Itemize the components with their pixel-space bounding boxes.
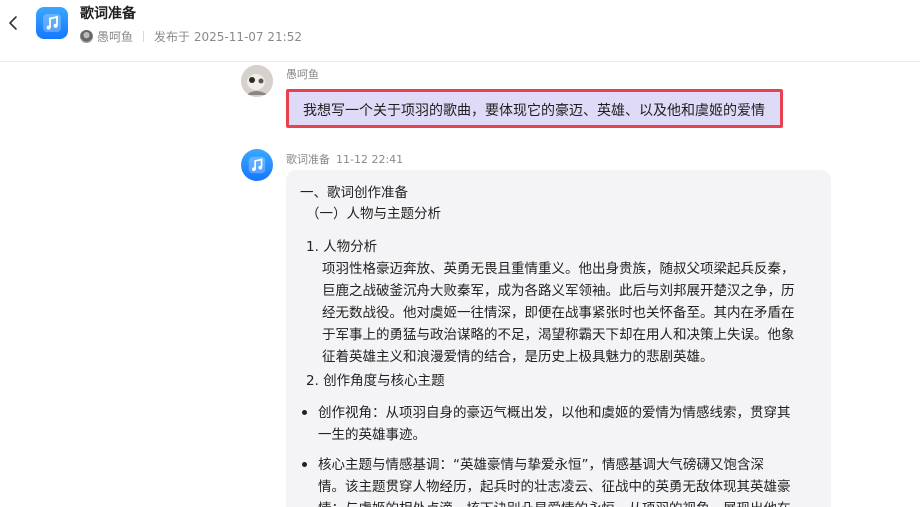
back-button[interactable] (4, 12, 24, 34)
bullet-icon (302, 462, 307, 467)
user-avatar[interactable] (241, 65, 273, 97)
user-name: 愚呵鱼 (286, 68, 319, 81)
music-note-icon (248, 156, 266, 174)
avatar-image (241, 65, 273, 97)
message-time: 11-12 22:41 (336, 153, 404, 166)
paragraph-line: 于军事上的勇猛与政治谋略的不足，渴望称霸天下却在用人和决策上失误。他象 (322, 327, 795, 343)
subsection-heading: （一）人物与主题分析 (306, 206, 441, 222)
author-avatar (80, 30, 93, 43)
section-heading: 一、歌词创作准备 (300, 185, 408, 201)
conversation-header: 歌词准备 愚呵鱼 发布于 2025-11-07 21:52 (0, 0, 920, 62)
list-item-heading: 1. 人物分析 (306, 239, 378, 255)
bot-name: 歌词准备 (286, 153, 330, 166)
bullet-icon (302, 410, 307, 415)
paragraph-line: 经无数战役。他对虞姬一往情深，即便在战事紧张时也关怀备至。其内在矛盾在 (322, 305, 795, 321)
list-item-heading: 2. 创作角度与核心主题 (306, 373, 445, 389)
author-name[interactable]: 愚呵鱼 (97, 28, 133, 45)
paragraph-line: 项羽性格豪迈奔放、英勇无畏且重情重义。他出身贵族，随叔父项梁起兵反秦， (322, 261, 795, 277)
user-message-bubble: 我想写一个关于项羽的歌曲，要体现它的豪迈、英雄、以及他和虞姬的爱情 (286, 89, 783, 128)
paragraph-line: 征着英雄主义和浪漫爱情的结合，是历史上极具魅力的悲剧英雄。 (322, 349, 714, 365)
page-title: 歌词准备 (80, 6, 136, 22)
paragraph-line: 巨鹿之战破釜沉舟大败秦军，成为各路义军领袖。此后与刘邦展开楚汉之争，历 (322, 283, 795, 299)
bullet-line: 情。该主题贯穿人物经历，起兵时的壮志凌云、征战中的英勇无敌体现其英雄豪 (318, 479, 791, 495)
bot-name-row: 歌词准备 11-12 22:41 (286, 151, 403, 167)
bullet-line: 一生的英雄事迹。 (318, 427, 426, 443)
bullet-line: 情；与虞姬的相处点滴，垓下诀别凸显爱情的永恒。从项羽的视角，展现出他在 (318, 498, 791, 507)
chevron-left-icon (9, 16, 17, 30)
bot-avatar[interactable] (241, 149, 273, 181)
publish-time: 发布于 2025-11-07 21:52 (154, 30, 302, 44)
bot-message-bubble: 一、歌词创作准备 （一）人物与主题分析 1. 人物分析 项羽性格豪迈奔放、英勇无… (286, 170, 831, 507)
header-meta: 愚呵鱼 发布于 2025-11-07 21:52 (80, 28, 302, 45)
meta-divider (143, 31, 145, 42)
bullet-line: 核心主题与情感基调：“英雄豪情与挚爱永恒”，情感基调大气磅礴又饱含深 (318, 457, 764, 473)
music-note-icon (43, 14, 61, 32)
bullet-line: 创作视角：从项羽自身的豪迈气概出发，以他和虞姬的爱情为情感线索，贯穿其 (318, 405, 791, 421)
app-icon (36, 7, 68, 39)
